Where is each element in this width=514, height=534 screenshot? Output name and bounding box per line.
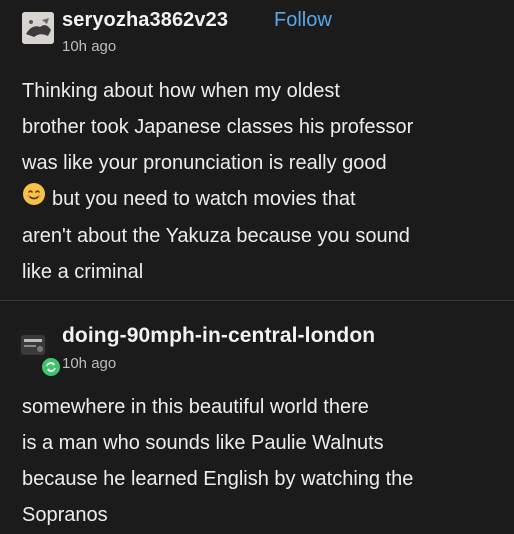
post-username[interactable]: seryozha3862v23 [62, 9, 228, 32]
post-line-with-emoji: but you need to watch movies that [22, 181, 502, 218]
post-line: is a man who sounds like Paulie Walnuts [22, 432, 384, 454]
post-line: was like your pronunciation is really go… [22, 152, 387, 174]
post-body: Thinking about how when my oldest brothe… [22, 73, 502, 290]
post-line: like a criminal [22, 260, 144, 283]
smiling-face-emoji-icon [22, 182, 46, 218]
avatar[interactable] [18, 330, 48, 360]
post-line: Thinking about how when my oldest [22, 80, 340, 102]
post-timestamp[interactable]: 10h ago [62, 38, 116, 55]
post-reblog: doing-90mph-in-central-london 10h ago so… [0, 300, 514, 534]
post-line: brother took Japanese classes his profes… [22, 116, 414, 138]
post-body: somewhere in this beautiful world there … [22, 389, 502, 533]
post-line: aren't about the Yakuza because you soun… [22, 224, 410, 247]
avatar-image [22, 12, 54, 44]
post-line: somewhere in this beautiful world there [22, 396, 369, 418]
post-line: because he learned English by watching t… [22, 468, 414, 490]
post-original: seryozha3862v23 Follow 10h ago Thinking … [0, 0, 514, 300]
post-line: Sopranos [22, 504, 108, 526]
reblog-icon [40, 356, 62, 378]
avatar[interactable] [22, 12, 54, 44]
post-line: but you need to watch movies that [52, 188, 356, 210]
avatar-image [18, 330, 48, 360]
follow-button[interactable]: Follow [274, 9, 332, 32]
post-timestamp[interactable]: 10h ago [62, 355, 116, 372]
post-username[interactable]: doing-90mph-in-central-london [62, 324, 375, 348]
